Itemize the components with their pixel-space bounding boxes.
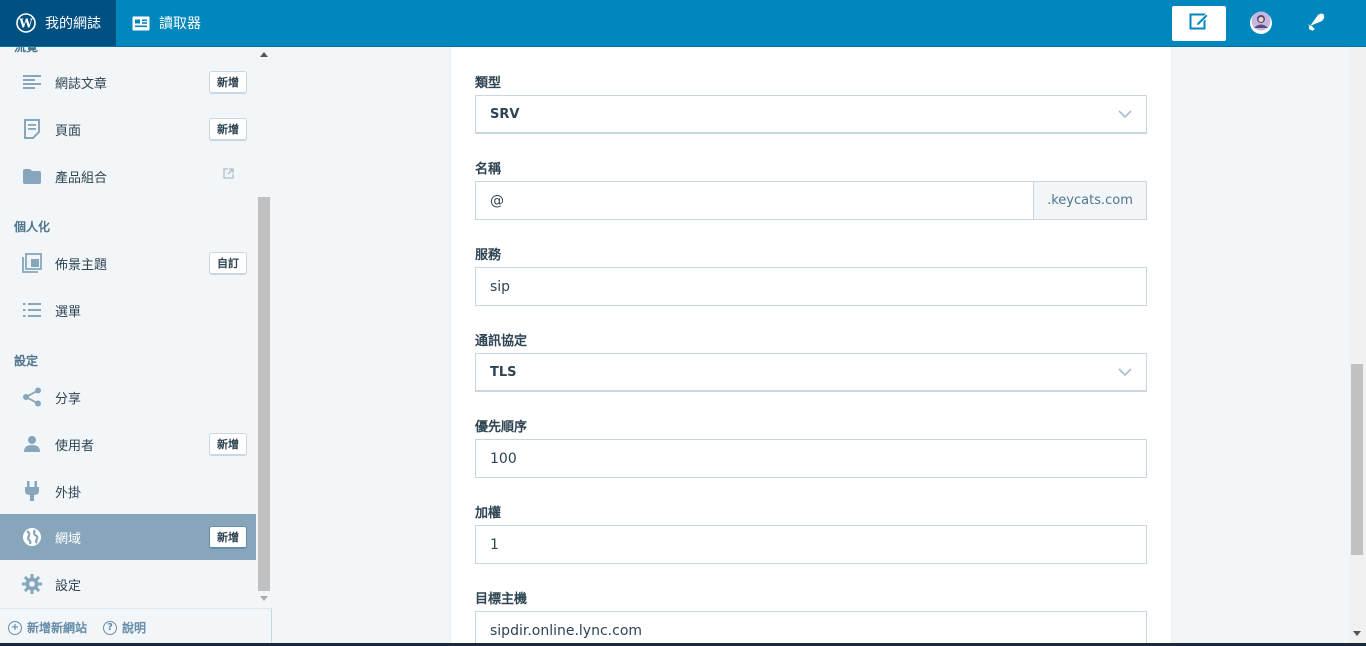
sidebar-heading-settings: 設定 <box>14 354 39 368</box>
sidebar-heading-personalize: 個人化 <box>14 220 51 234</box>
share-icon <box>22 387 42 407</box>
plugin-icon <box>22 481 42 501</box>
domain-suffix: .keycats.com <box>1033 182 1146 219</box>
sidebar-item-label: 頁面 <box>55 123 82 139</box>
masterbar: W 我的網誌 讀取器 <box>0 0 1366 47</box>
dns-record-form: 類型 SRV 名稱 @ .keycats.com 服務 sip 通訊協定 TLS… <box>450 47 1172 646</box>
menus-icon <box>22 300 42 320</box>
sidebar-item-label: 分享 <box>55 391 82 407</box>
chevron-down-icon <box>1118 107 1132 125</box>
chevron-down-icon <box>1118 365 1132 383</box>
protocol-label: 通訊協定 <box>475 334 528 349</box>
page-scroll-down-icon[interactable] <box>1353 631 1361 636</box>
service-label: 服務 <box>475 248 502 263</box>
folder-icon <box>22 166 42 186</box>
sidebar-item-label: 選單 <box>55 304 82 320</box>
service-value: sip <box>490 278 511 295</box>
sidebar-item-portfolio[interactable]: 產品組合 <box>0 153 256 199</box>
sidebar-item-label: 網域 <box>55 531 82 547</box>
scroll-up-icon[interactable] <box>260 52 268 57</box>
my-sites-label: 我的網誌 <box>45 16 101 32</box>
sidebar-item-label: 產品組合 <box>55 170 108 186</box>
priority-label: 優先順序 <box>475 420 528 435</box>
posts-icon <box>22 72 42 92</box>
sidebar-scroll-thumb[interactable] <box>258 197 270 591</box>
add-user-button[interactable]: 新增 <box>209 433 247 456</box>
user-icon <box>22 434 42 454</box>
protocol-select[interactable]: TLS <box>475 353 1147 392</box>
plus-circle-icon: + <box>8 620 22 635</box>
target-value: sipdir.online.lync.com <box>490 622 643 639</box>
weight-value: 1 <box>490 536 499 553</box>
masterbar-right <box>1172 0 1348 46</box>
sidebar-item-label: 使用者 <box>55 438 95 454</box>
globe-icon <box>22 527 42 547</box>
edit-icon <box>1189 11 1209 35</box>
sidebar-item-themes[interactable]: 佈景主題 自訂 <box>0 240 256 286</box>
add-post-button[interactable]: 新增 <box>209 71 247 94</box>
help-circle-icon: ? <box>103 620 118 635</box>
sidebar-item-posts[interactable]: 網誌文章 新增 <box>0 59 256 105</box>
sidebar-item-sharing[interactable]: 分享 <box>0 374 256 420</box>
sidebar-heading-manage: 流覽 <box>14 47 39 54</box>
sidebar: 流覽 網誌文章 新增 頁面 新增 產品組合 個人化 佈景主題 自訂 選單 設定 … <box>0 47 272 646</box>
sidebar-scrollbar[interactable] <box>256 47 272 608</box>
page-scroll-thumb[interactable] <box>1351 364 1363 555</box>
add-domain-button[interactable]: 新增 <box>209 526 247 549</box>
add-page-button[interactable]: 新增 <box>209 118 247 141</box>
weight-input[interactable]: 1 <box>475 525 1147 564</box>
type-value: SRV <box>490 106 520 122</box>
sidebar-item-label: 設定 <box>55 578 82 594</box>
help-link[interactable]: ? 說明 <box>103 619 146 636</box>
profile-avatar[interactable] <box>1250 11 1272 35</box>
scroll-down-icon[interactable] <box>260 596 268 601</box>
sidebar-item-label: 外掛 <box>55 485 82 501</box>
protocol-value: TLS <box>490 364 517 380</box>
name-input[interactable]: @ .keycats.com <box>475 181 1147 220</box>
themes-icon <box>22 253 42 273</box>
page-icon <box>22 119 42 139</box>
priority-value: 100 <box>490 450 517 467</box>
my-sites-button[interactable]: W 我的網誌 <box>0 0 116 46</box>
type-select[interactable]: SRV <box>475 95 1147 134</box>
sidebar-scroll-area: 流覽 網誌文章 新增 頁面 新增 產品組合 個人化 佈景主題 自訂 選單 設定 … <box>0 47 256 608</box>
weight-label: 加權 <box>475 506 502 521</box>
notifications-button[interactable] <box>1304 10 1328 36</box>
main-content: 類型 SRV 名稱 @ .keycats.com 服務 sip 通訊協定 TLS… <box>273 47 1349 646</box>
masterbar-left: W 我的網誌 讀取器 <box>0 0 215 46</box>
sidebar-item-pages[interactable]: 頁面 新增 <box>0 106 256 152</box>
customize-button[interactable]: 自訂 <box>209 252 247 275</box>
sidebar-item-menus[interactable]: 選單 <box>0 287 256 333</box>
sidebar-item-label: 佈景主題 <box>55 257 108 273</box>
type-label: 類型 <box>475 76 502 91</box>
priority-input[interactable]: 100 <box>475 439 1147 478</box>
sidebar-item-domains[interactable]: 網域 新增 <box>0 514 256 560</box>
reader-label: 讀取器 <box>159 16 201 32</box>
sidebar-item-plugins[interactable]: 外掛 <box>0 468 256 514</box>
gear-icon <box>22 574 42 594</box>
bell-icon <box>1305 10 1327 36</box>
sidebar-item-people[interactable]: 使用者 新增 <box>0 421 256 467</box>
sidebar-footer: + 新增新網站 ? 說明 <box>0 608 272 646</box>
name-label: 名稱 <box>475 162 502 177</box>
reader-icon <box>132 16 150 31</box>
target-input[interactable]: sipdir.online.lync.com <box>475 611 1147 646</box>
reader-button[interactable]: 讀取器 <box>116 0 215 46</box>
sidebar-item-settings[interactable]: 設定 <box>0 561 256 607</box>
svg-text:W: W <box>18 17 33 31</box>
sidebar-item-label: 網誌文章 <box>55 76 108 92</box>
wordpress-logo-icon: W <box>16 13 36 33</box>
help-label: 說明 <box>122 621 147 635</box>
write-post-button[interactable] <box>1172 5 1226 41</box>
avatar-icon <box>1251 11 1271 35</box>
name-value: @ <box>490 192 504 209</box>
service-input[interactable]: sip <box>475 267 1147 306</box>
add-new-site-link[interactable]: + 新增新網站 <box>8 619 87 636</box>
external-link-icon <box>223 168 234 183</box>
target-label: 目標主機 <box>475 592 528 607</box>
page-scrollbar[interactable] <box>1349 47 1366 646</box>
add-new-site-label: 新增新網站 <box>27 621 88 635</box>
